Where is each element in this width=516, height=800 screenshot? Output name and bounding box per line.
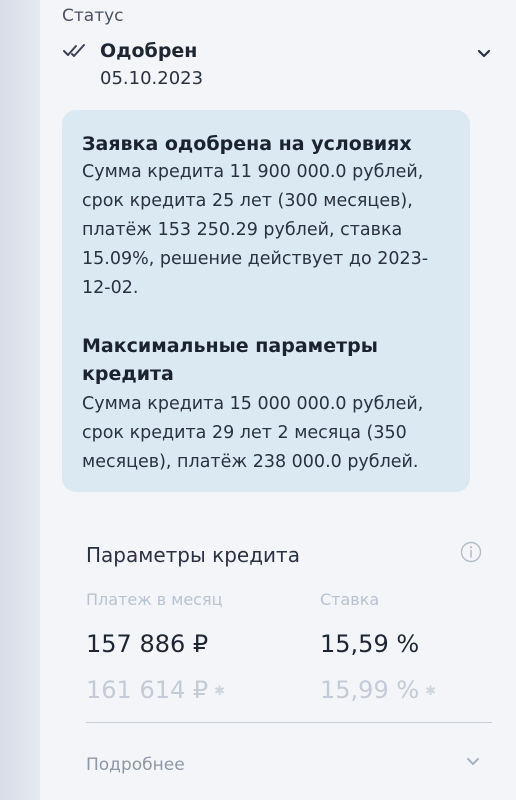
approved-terms-line: 15.09%, решение действует до 2023- [82,249,429,269]
rate-label: Ставка [320,590,380,609]
max-params-line: месяцев), платёж 238 000.0 рублей. [82,452,419,472]
alt-payment-value: 161 614 ₽ [86,676,209,704]
approved-terms-line: платёж 153 250.29 рублей, ставка [82,220,403,240]
loan-status-screen: Статус Одобрен 05.10.2023 Заявка одобрен… [40,0,516,800]
max-params-heading: кредита [82,363,174,385]
approved-terms-line: срок кредита 25 лет (300 месяцев), [82,191,413,211]
screen-bezel [0,0,40,800]
star-icon: ✱ [425,683,437,699]
chevron-down-icon[interactable] [476,46,492,62]
status-title: Одобрен [100,40,198,62]
divider [86,722,492,723]
approved-terms-heading: Заявка одобрена на условиях [82,133,412,155]
loan-params-title: Параметры кредита [86,543,300,567]
more-details-toggle[interactable]: Подробнее [86,755,185,775]
status-date: 05.10.2023 [100,68,204,89]
approved-terms-line: Сумма кредита 11 900 000.0 рублей, [82,162,424,182]
max-params-heading: Максимальные параметры [82,335,378,357]
double-check-icon [63,44,85,57]
monthly-payment-value: 157 886 ₽ [86,630,209,658]
status-caption: Статус [62,6,124,26]
max-params-line: срок кредита 29 лет 2 месяца (350 [82,423,407,443]
max-params-section: Максимальные параметры кредита Сумма кре… [82,332,454,477]
chevron-down-icon[interactable] [465,754,481,770]
approved-terms-section: Заявка одобрена на условиях Сумма кредит… [82,130,454,303]
alt-rate-option[interactable]: 15,99 % ✱ [320,676,436,704]
alt-payment-option[interactable]: 161 614 ₽ ✱ [86,676,225,704]
monthly-payment-label: Платеж в месяц [86,590,223,609]
alt-rate-value: 15,99 % [320,676,420,704]
approval-note-card: Заявка одобрена на условиях Сумма кредит… [62,110,470,492]
approved-terms-line: 12-02. [82,278,139,298]
star-icon: ✱ [214,683,226,699]
rate-value: 15,59 % [320,630,420,658]
info-icon[interactable] [460,541,482,563]
status-row[interactable]: Одобрен 05.10.2023 [62,38,492,94]
max-params-line: Сумма кредита 15 000 000.0 рублей, [82,394,424,414]
